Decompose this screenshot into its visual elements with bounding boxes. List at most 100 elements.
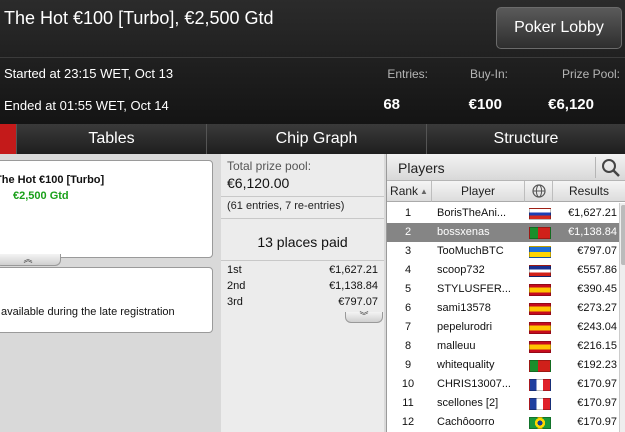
prize-pool-value: €6,120 <box>548 96 594 113</box>
spain-flag-icon <box>529 303 551 315</box>
france-flag-icon <box>529 379 551 391</box>
player-rank: 2 <box>404 226 412 238</box>
card-title: The Hot €100 [Turbo] <box>0 174 105 186</box>
player-result: €273.27 <box>577 302 617 314</box>
column-rank[interactable]: Rank ▲ <box>387 181 432 202</box>
search-icon <box>602 159 620 177</box>
scrollbar-thumb[interactable] <box>621 205 625 265</box>
player-row[interactable]: 4 scoop732 €557.86 <box>387 261 619 280</box>
payout-row: 1st €1,627.21 <box>221 262 384 278</box>
column-results-label: Results <box>568 184 609 198</box>
player-rank: 4 <box>404 264 412 276</box>
column-player-label: Player <box>460 184 495 198</box>
player-name: bossxenas <box>437 226 490 238</box>
buyin-value: €100 <box>468 96 502 113</box>
player-rank: 1 <box>404 207 412 219</box>
column-player[interactable]: Player <box>432 181 525 202</box>
poker-lobby-button[interactable]: Poker Lobby <box>496 7 622 49</box>
player-rank: 6 <box>404 302 412 314</box>
expand-button[interactable]: ︽ <box>0 254 61 266</box>
player-rank: 10 <box>401 378 415 390</box>
france-flag-icon <box>529 398 551 410</box>
spain-flag-icon <box>529 284 551 296</box>
player-name: scoop732 <box>437 264 485 276</box>
players-panel: Players Rank ▲ Player Results 1 BorisThe… <box>386 154 625 432</box>
player-rank: 3 <box>404 245 412 257</box>
player-row[interactable]: 3 TooMuchBTC €797.07 <box>387 242 619 261</box>
player-row[interactable]: 8 malleuu €216.15 <box>387 337 619 356</box>
search-button[interactable] <box>595 157 625 178</box>
player-row[interactable]: 6 sami13578 €273.27 <box>387 299 619 318</box>
payouts-expand-button[interactable]: ︾ <box>345 312 383 323</box>
tab-structure[interactable]: Structure <box>426 124 625 154</box>
column-country[interactable] <box>525 181 553 202</box>
chevron-up-icon: ︽ <box>23 254 33 264</box>
divider <box>221 196 384 197</box>
header-divider <box>0 57 625 58</box>
tournament-info-panel: The Hot €100 [Turbo] €2,500 Gtd ︽ availa… <box>0 154 218 432</box>
brazil-flag-icon <box>529 417 551 429</box>
divider <box>221 260 384 261</box>
russia-flag-icon <box>529 208 551 220</box>
column-results[interactable]: Results <box>553 181 625 202</box>
card-guarantee: €2,500 Gtd <box>13 190 69 202</box>
chevron-down-icon: ︾ <box>359 311 369 321</box>
player-row[interactable]: 7 pepelurodri €243.04 <box>387 318 619 337</box>
payout-amount: €797.07 <box>338 296 378 308</box>
player-row[interactable]: 12 Cachôoorro €170.97 <box>387 413 619 432</box>
tab-bar: Tables Chip Graph Structure <box>0 124 625 154</box>
ended-time: Ended at 01:55 WET, Oct 14 <box>4 98 169 113</box>
player-name: Cachôoorro <box>437 416 495 428</box>
player-row[interactable]: 2 bossxenas €1,138.84 <box>387 223 619 242</box>
sort-up-icon: ▲ <box>420 186 428 196</box>
players-title: Players <box>398 160 445 176</box>
player-row[interactable]: 11 scellones [2] €170.97 <box>387 394 619 413</box>
started-time: Started at 23:15 WET, Oct 13 <box>4 66 174 81</box>
player-result: €1,138.84 <box>568 226 617 238</box>
payout-place: 1st <box>227 264 242 276</box>
player-row[interactable]: 1 BorisTheAni... €1,627.21 <box>387 204 619 223</box>
late-registration-message: available during the late registration <box>1 306 175 318</box>
spain-flag-icon <box>529 322 551 334</box>
player-result: €243.04 <box>577 321 617 333</box>
player-name: STYLUSFER... <box>437 283 511 295</box>
player-name: whitequality <box>437 359 495 371</box>
costa-rica-flag-icon <box>529 265 551 277</box>
player-result: €170.97 <box>577 397 617 409</box>
payout-row: 3rd €797.07 <box>221 294 384 310</box>
player-result: €192.23 <box>577 359 617 371</box>
portugal-flag-icon <box>529 360 551 372</box>
payout-place: 2nd <box>227 280 246 292</box>
player-row[interactable]: 10 CHRIS13007... €170.97 <box>387 375 619 394</box>
player-name: malleuu <box>437 340 476 352</box>
player-result: €390.45 <box>577 283 617 295</box>
divider <box>221 218 384 219</box>
player-name: BorisTheAni... <box>437 207 507 219</box>
tournament-card: The Hot €100 [Turbo] €2,500 Gtd ︽ <box>0 160 213 266</box>
late-registration-box: available during the late registration <box>0 267 213 333</box>
player-rank: 11 <box>402 397 414 409</box>
payout-amount: €1,138.84 <box>329 280 378 292</box>
player-name: scellones [2] <box>437 397 499 409</box>
total-prize-label: Total prize pool: <box>227 159 312 173</box>
player-row[interactable]: 5 STYLUSFER... €390.45 <box>387 280 619 299</box>
player-result: €797.07 <box>577 245 617 257</box>
tab-chip-graph[interactable]: Chip Graph <box>206 124 426 154</box>
prize-panel: Total prize pool: €6,120.00 (61 entries,… <box>221 154 384 432</box>
players-scrollbar[interactable] <box>619 203 625 432</box>
player-result: €1,627.21 <box>568 207 617 219</box>
payout-place: 3rd <box>227 296 243 308</box>
spain-flag-icon <box>529 341 551 353</box>
players-header: Players <box>387 154 625 181</box>
places-paid: 13 places paid <box>257 234 348 250</box>
entries-label: Entries: <box>387 67 428 81</box>
ukraine-flag-icon <box>529 246 551 258</box>
prize-pool-label: Prize Pool: <box>561 67 620 81</box>
player-rank: 12 <box>401 416 415 428</box>
player-row[interactable]: 9 whitequality €192.23 <box>387 356 619 375</box>
tournament-title: The Hot €100 [Turbo], €2,500 Gtd <box>4 8 274 28</box>
player-result: €216.15 <box>577 340 617 352</box>
tab-active-indicator[interactable] <box>0 124 16 154</box>
player-rank: 7 <box>404 321 412 333</box>
tab-tables[interactable]: Tables <box>16 124 206 154</box>
